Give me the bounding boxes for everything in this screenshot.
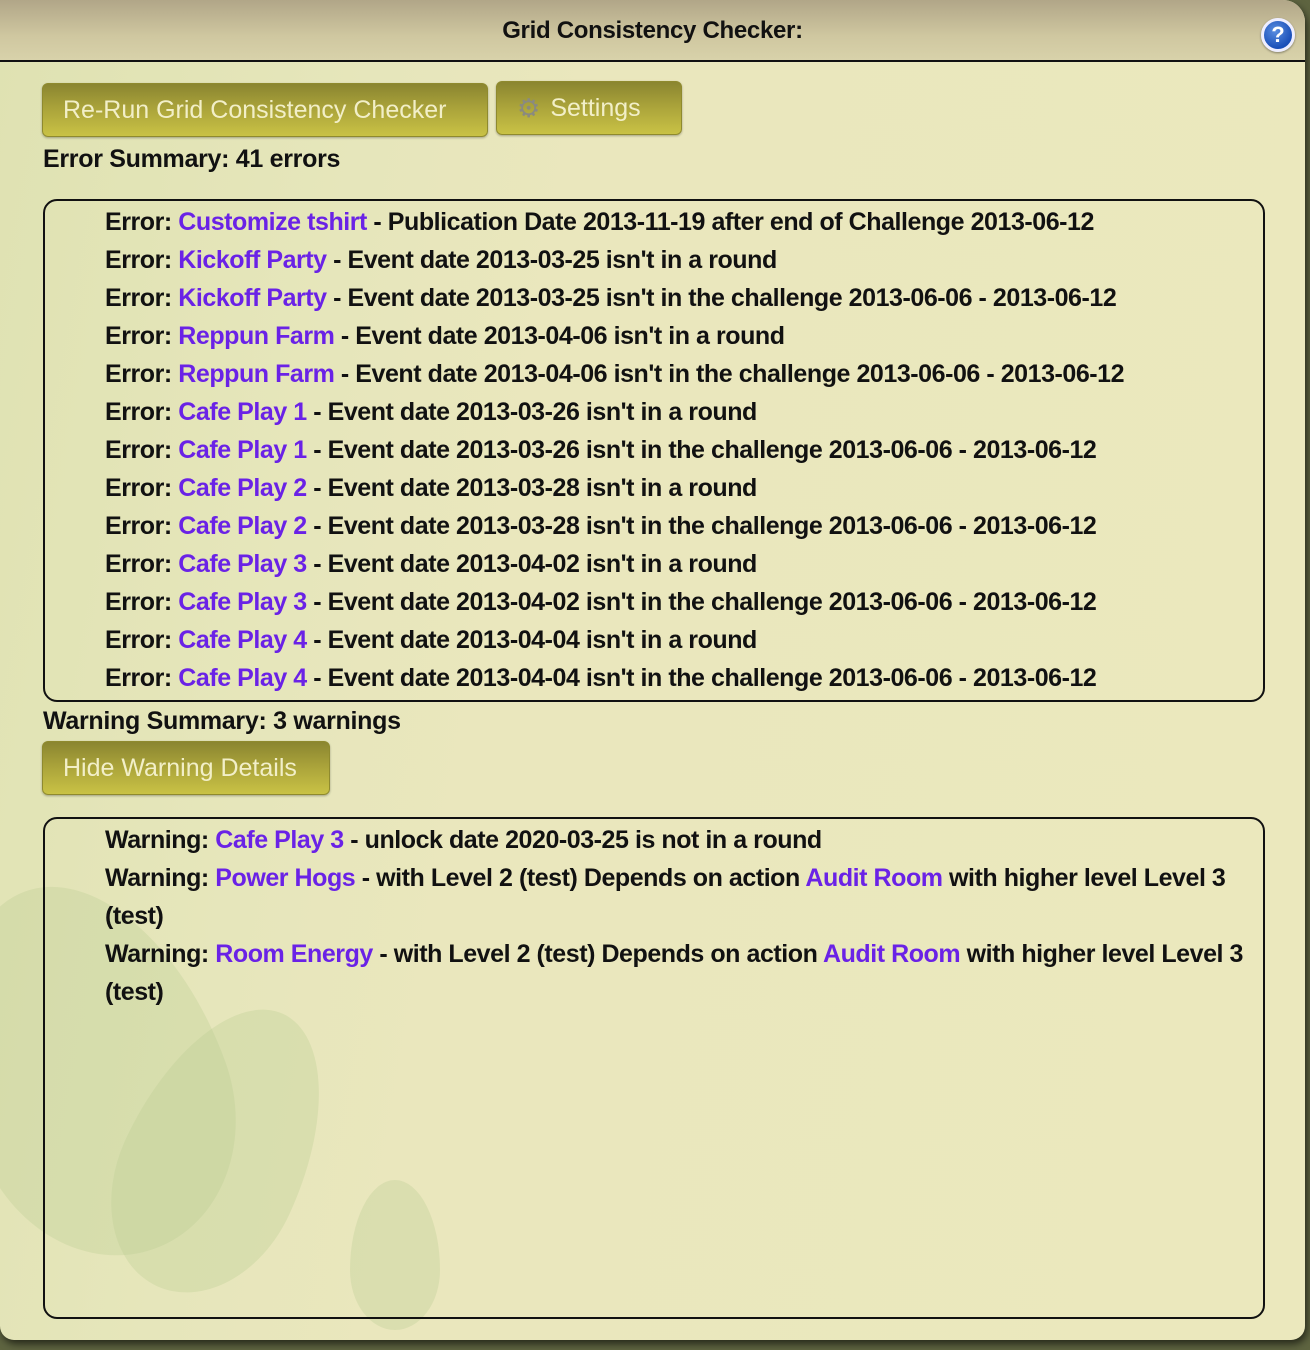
item-link[interactable]: Audit Room [823, 940, 961, 968]
item-link[interactable]: Cafe Play 1 [178, 398, 307, 426]
warning-row: Warning: Power Hogs - with Level 2 (test… [105, 859, 1249, 935]
error-row: Error: Cafe Play 3 - Event date 2013-04-… [105, 583, 1243, 621]
error-row: Error: Customize tshirt - Publication Da… [105, 203, 1243, 241]
error-row: Error: Cafe Play 1 - Event date 2013-03-… [105, 393, 1243, 431]
message-text: - with Level 2 (test) Depends on action [355, 864, 806, 892]
message-text: Error: [105, 322, 179, 350]
message-text: - Event date 2013-03-26 isn't in a round [306, 398, 757, 426]
message-text: - unlock date 2020-03-25 is not in a rou… [343, 826, 822, 854]
message-text: - Event date 2013-04-04 isn't in the cha… [306, 664, 1097, 692]
error-row: Error: Cafe Play 4 - Event date 2013-04-… [105, 621, 1243, 659]
item-link[interactable]: Kickoff Party [178, 284, 327, 312]
rerun-checker-button[interactable]: Re-Run Grid Consistency Checker [42, 83, 488, 137]
message-text: - Event date 2013-04-02 isn't in the cha… [306, 588, 1097, 616]
item-link[interactable]: Cafe Play 4 [178, 664, 307, 692]
item-link[interactable]: Cafe Play 3 [215, 826, 344, 854]
error-row: Error: Cafe Play 2 - Event date 2013-03-… [105, 469, 1243, 507]
message-text: Error: [105, 626, 179, 654]
message-text: - Event date 2013-03-25 isn't in a round [326, 246, 777, 274]
error-row: Error: Reppun Farm - Event date 2013-04-… [105, 317, 1243, 355]
message-text: Warning: [105, 940, 216, 968]
message-text: Error: [105, 208, 179, 236]
message-text: - Publication Date 2013-11-19 after end … [366, 208, 1094, 236]
message-text: Error: [105, 284, 179, 312]
warning-row: Warning: Cafe Play 3 - unlock date 2020-… [105, 821, 1249, 859]
message-text: - Event date 2013-03-26 isn't in the cha… [306, 436, 1097, 464]
message-text: Error: [105, 664, 179, 692]
settings-button[interactable]: ⚙ Settings [496, 81, 682, 135]
message-text: Warning: [105, 826, 216, 854]
message-text: Warning: [105, 864, 216, 892]
title-bar: Grid Consistency Checker: ? [0, 0, 1305, 62]
error-list: Error: Customize tshirt - Publication Da… [43, 199, 1265, 702]
item-link[interactable]: Audit Room [805, 864, 943, 892]
item-link[interactable]: Cafe Play 3 [178, 550, 307, 578]
question-icon[interactable]: ? [1261, 18, 1295, 52]
message-text: Error: [105, 512, 179, 540]
error-row: Error: Reppun Farm - Event date 2013-04-… [105, 355, 1243, 393]
message-text: Error: [105, 474, 179, 502]
item-link[interactable]: Cafe Play 2 [178, 512, 307, 540]
warning-summary: Warning Summary: 3 warnings [43, 707, 401, 735]
error-row: Error: Cafe Play 1 - Event date 2013-03-… [105, 431, 1243, 469]
item-link[interactable]: Kickoff Party [178, 246, 327, 274]
item-link[interactable]: Room Energy [215, 940, 373, 968]
message-text: - Event date 2013-03-28 isn't in the cha… [306, 512, 1097, 540]
message-text: - Event date 2013-04-06 isn't in a round [334, 322, 785, 350]
gears-icon: ⚙ [517, 93, 541, 123]
message-text: - Event date 2013-04-02 isn't in a round [306, 550, 757, 578]
message-text: Error: [105, 588, 179, 616]
warning-list: Warning: Cafe Play 3 - unlock date 2020-… [43, 817, 1265, 1319]
item-link[interactable]: Power Hogs [215, 864, 355, 892]
settings-label: Settings [550, 94, 641, 122]
item-link[interactable]: Reppun Farm [178, 322, 335, 350]
item-link[interactable]: Customize tshirt [178, 208, 367, 236]
grid-consistency-dialog: Grid Consistency Checker: ? Re-Run Grid … [0, 0, 1305, 1340]
error-row: Error: Cafe Play 4 - Event date 2013-04-… [105, 659, 1243, 697]
message-text: - Event date 2013-03-25 isn't in the cha… [326, 284, 1117, 312]
error-row: Error: Kickoff Party - Event date 2013-0… [105, 279, 1243, 317]
message-text: - Event date 2013-03-28 isn't in a round [306, 474, 757, 502]
message-text: - Event date 2013-04-04 isn't in a round [306, 626, 757, 654]
item-link[interactable]: Cafe Play 2 [178, 474, 307, 502]
hide-warning-details-button[interactable]: Hide Warning Details [42, 741, 330, 795]
dialog-title: Grid Consistency Checker: [502, 17, 803, 44]
message-text: Error: [105, 550, 179, 578]
message-text: Error: [105, 436, 179, 464]
item-link[interactable]: Cafe Play 4 [178, 626, 307, 654]
item-link[interactable]: Cafe Play 1 [178, 436, 307, 464]
message-text: - with Level 2 (test) Depends on action [372, 940, 823, 968]
message-text: Error: [105, 398, 179, 426]
message-text: Error: [105, 246, 179, 274]
error-row: Error: Kickoff Party - Event date 2013-0… [105, 241, 1243, 279]
warning-row: Warning: Room Energy - with Level 2 (tes… [105, 935, 1249, 1011]
error-row: Error: Cafe Play 2 - Event date 2013-03-… [105, 507, 1243, 545]
item-link[interactable]: Reppun Farm [178, 360, 335, 388]
error-row: Error: Cafe Play 3 - Event date 2013-04-… [105, 545, 1243, 583]
message-text: Error: [105, 360, 179, 388]
item-link[interactable]: Cafe Play 3 [178, 588, 307, 616]
error-summary: Error Summary: 41 errors [43, 145, 341, 173]
message-text: - Event date 2013-04-06 isn't in the cha… [334, 360, 1125, 388]
